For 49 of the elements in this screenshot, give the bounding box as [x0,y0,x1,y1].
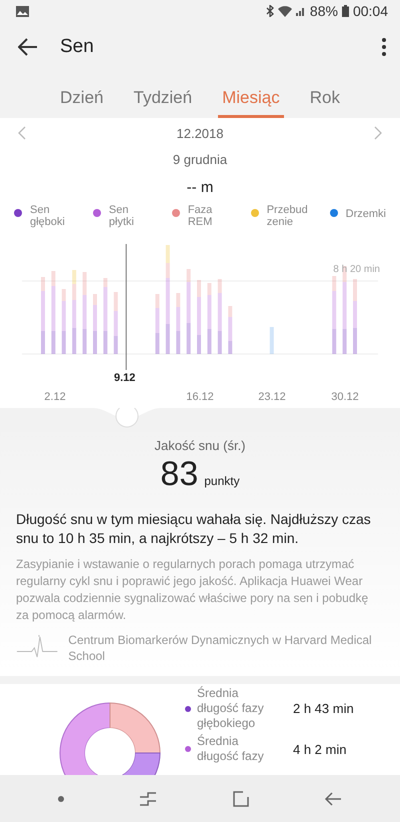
axis-label: 23.12 [258,391,286,403]
recent-apps-icon[interactable] [139,792,158,806]
battery-icon [342,5,349,17]
sleep-bar [155,294,160,354]
page-title: Sen [60,36,95,58]
axis-label: 30.12 [331,391,359,403]
bluetooth-icon [266,5,274,17]
sleep-bar [176,293,180,354]
period-tab[interactable]: Rok [306,72,344,118]
sleep-bar [62,289,66,354]
sleep-bar [228,306,232,354]
sleep-bar [114,292,118,354]
signal-icon [296,6,306,16]
quality-label: Jakość snu (śr.) [153,438,247,453]
score-unit: punkty [204,474,240,488]
stat-label: Średnia długość fazy głębokiego [197,686,265,731]
wifi-icon [278,6,292,16]
legend-label: Sen płytki [108,204,135,228]
sleep-duration: -- m [186,179,214,196]
selected-date: 9 grudnia [172,152,228,167]
sleep-bar [93,294,97,354]
more-icon[interactable] [382,38,386,56]
axis-label: 16.12 [186,391,214,403]
legend-label: Faza REM [188,204,214,228]
stat-label: Średnia długość fazy [197,734,265,764]
legend-label: Drzemki [346,208,386,220]
stat-value: 2 h 43 min [293,701,354,716]
period-tab[interactable]: Tydzień [130,72,196,118]
heartbeat-icon [16,632,58,660]
clock: 00:04 [352,3,388,19]
quality-score: 83 [160,455,198,494]
axis-label: 2.12 [44,391,66,403]
tip-text: Zasypianie i wstawanie o regularnych porach pomaga utrzymać regularny cykl snu i poprawić jego jakość. Aplikacja Huawei Wear pozwala codziennie sygnalizować właściwe pory na sen i pobudkę za pomocą alarmów. [16,556,370,624]
source-text: Centrum Biomarkerów Dynamicznych w Harvard Medical School [68,632,373,664]
nap-bar [270,327,274,354]
dot-icon[interactable] [58,796,64,802]
period-tab[interactable]: Dzień [56,72,108,118]
sleep-bar [207,283,212,354]
stat-value: 4 h 2 min [293,742,346,756]
legend-label: Sen głęboki [30,204,66,228]
selected-day-label: 9.12 [114,372,136,384]
summary-text: Długość snu w tym miesiącu wahała się. Najdłuższy czas snu to 10 h 35 min, a najkrótszy – 5 h 32 min. [16,510,372,548]
reference-label: 8 h 20 min [333,264,380,275]
legend-label: Przebudzenie [266,204,309,228]
back-icon[interactable] [324,792,342,806]
gallery-icon [16,6,29,16]
home-icon[interactable] [232,790,249,806]
battery-percent: 88% [310,3,338,19]
period-label: 12.2018 [176,126,224,140]
